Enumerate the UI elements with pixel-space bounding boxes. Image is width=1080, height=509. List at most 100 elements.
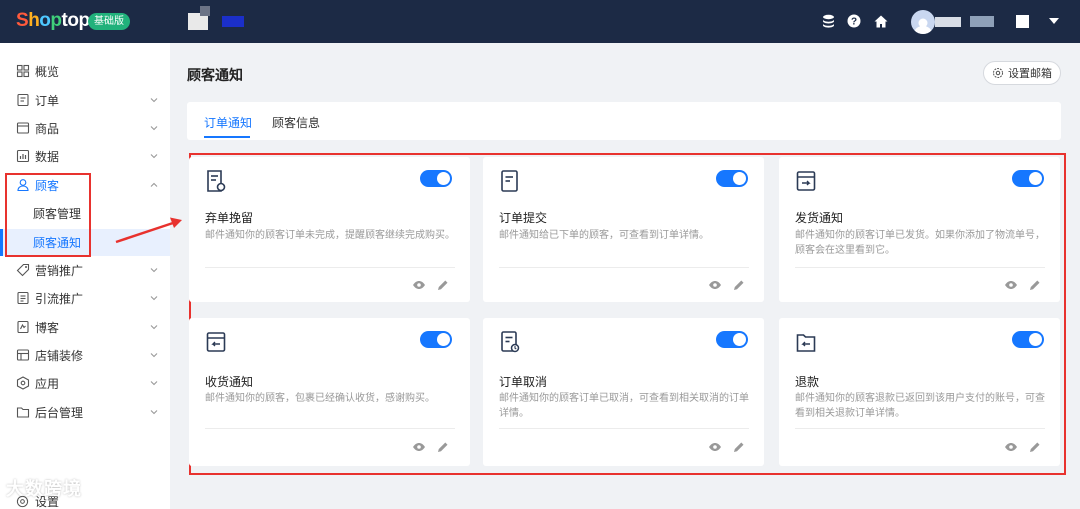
order-icon xyxy=(17,93,29,107)
gear-icon xyxy=(16,495,29,508)
eye-icon[interactable] xyxy=(1004,280,1018,290)
delivery-icon xyxy=(206,332,226,352)
caret-down-icon[interactable] xyxy=(1049,18,1059,24)
chevron-down-icon xyxy=(150,98,158,103)
sidebar-item-label: 应用 xyxy=(35,376,60,391)
sidebar-item-marketing[interactable]: 营销推广 xyxy=(0,256,170,284)
card-divider xyxy=(795,428,1045,429)
sidebar-item-orders[interactable]: 订单 xyxy=(0,86,170,114)
tab-customer-info[interactable]: 顾客信息 xyxy=(272,114,320,131)
card-title: 发货通知 xyxy=(795,211,844,225)
card-description: 邮件通知你的顾客订单已取消，可查看到相关取消的订单详情。 xyxy=(499,393,749,419)
sidebar-item-apps[interactable]: 应用 xyxy=(0,369,170,397)
sidebar-item-traffic[interactable]: 引流推广 xyxy=(0,284,170,312)
annotation-arrow xyxy=(115,217,182,244)
shipping-icon xyxy=(796,171,816,191)
user-menu-square[interactable] xyxy=(1016,15,1029,28)
chevron-down-icon xyxy=(150,325,158,330)
blog-icon xyxy=(17,320,29,334)
chevron-down-icon xyxy=(150,268,158,273)
tab-active-indicator xyxy=(204,136,250,138)
eye-icon[interactable] xyxy=(708,280,722,290)
card-title: 弃单挽留 xyxy=(205,211,254,225)
order-submit-icon xyxy=(501,170,518,192)
chevron-down-icon xyxy=(150,410,158,415)
toggle-switch[interactable] xyxy=(420,170,452,187)
pencil-icon[interactable] xyxy=(733,441,745,453)
tag-icon xyxy=(16,263,30,277)
chevron-down-icon xyxy=(150,126,158,131)
card-divider xyxy=(205,267,455,268)
chart-icon xyxy=(16,149,30,163)
avatar[interactable] xyxy=(911,10,935,34)
notification-card-shipping: 发货通知 邮件通知你的顾客订单已发货。如果你添加了物流单号，顾客会在这里看到它。 xyxy=(779,157,1060,302)
chevron-down-icon xyxy=(150,381,158,386)
toggle-switch[interactable] xyxy=(1012,331,1044,348)
notification-card-abandoned-cart: 弃单挽留 邮件通知你的顾客订单未完成，提醒顾客继续完成购买。 xyxy=(189,157,470,302)
card-divider xyxy=(499,428,749,429)
card-title: 订单取消 xyxy=(499,375,548,389)
svg-text:?: ? xyxy=(851,17,857,28)
tab-order-notifications[interactable]: 订单通知 xyxy=(204,114,252,131)
card-title: 收货通知 xyxy=(205,375,254,389)
database-icon[interactable] xyxy=(820,13,836,29)
highlight-box-sidebar xyxy=(5,173,91,257)
card-description: 邮件通知给已下单的顾客，可查看到订单详情。 xyxy=(499,230,709,241)
set-mailbox-button[interactable]: 设置邮箱 xyxy=(983,61,1061,85)
shoptop-logo[interactable]: Shoptop xyxy=(16,10,90,32)
eye-icon[interactable] xyxy=(708,442,722,452)
card-divider xyxy=(795,267,1045,268)
user-name[interactable] xyxy=(935,17,961,27)
store-name[interactable] xyxy=(222,16,244,27)
toggle-switch[interactable] xyxy=(716,170,748,187)
card-description: 邮件通知你的顾客退款已返回到该用户支付的账号，可查看到相关退款订单详情。 xyxy=(795,393,1045,419)
notification-card-delivery: 收货通知 邮件通知你的顾客，包裹已经确认收货，感谢购买。 xyxy=(189,318,470,466)
chevron-down-icon xyxy=(150,353,158,358)
sidebar-item-data[interactable]: 数据 xyxy=(0,142,170,170)
sidebar-item-label: 数据 xyxy=(35,149,60,164)
eye-icon[interactable] xyxy=(412,442,426,452)
help-icon[interactable]: ? xyxy=(846,13,862,29)
chevron-down-icon xyxy=(150,154,158,159)
sidebar-item-label: 商品 xyxy=(35,121,60,136)
store-icon xyxy=(16,349,30,361)
pencil-icon[interactable] xyxy=(733,279,745,291)
pencil-icon[interactable] xyxy=(1029,441,1041,453)
card-divider xyxy=(205,428,455,429)
sidebar-item-store-design[interactable]: 店铺装修 xyxy=(0,341,170,369)
sidebar-item-blog[interactable]: 博客 xyxy=(0,313,170,341)
toggle-switch[interactable] xyxy=(420,331,452,348)
sidebar-item-admin[interactable]: 后台管理 xyxy=(0,398,170,426)
app-icon xyxy=(16,376,30,390)
toggle-switch[interactable] xyxy=(1012,170,1044,187)
notification-card-refund: 退款 邮件通知你的顾客退款已返回到该用户支付的账号，可查看到相关退款订单详情。 xyxy=(779,318,1060,466)
sidebar-item-label: 订单 xyxy=(35,93,60,108)
sidebar-item-label: 营销推广 xyxy=(35,263,84,278)
home-icon[interactable] xyxy=(873,13,889,29)
sidebar-item-settings[interactable]: 设置 xyxy=(16,493,59,509)
user-role[interactable] xyxy=(970,16,994,27)
sidebar-item-overview[interactable]: 概览 xyxy=(0,57,170,85)
card-divider xyxy=(499,267,749,268)
eye-icon[interactable] xyxy=(1004,442,1018,452)
store-logo-mark xyxy=(200,6,210,16)
product-icon xyxy=(16,122,30,134)
folder-icon xyxy=(16,407,30,418)
edition-badge: 基础版 xyxy=(88,13,130,30)
refund-icon xyxy=(796,334,816,352)
tab-bar: 订单通知 顾客信息 xyxy=(187,102,1061,140)
pencil-icon[interactable] xyxy=(437,279,449,291)
sidebar-item-label: 后台管理 xyxy=(35,405,84,420)
sidebar-item-label: 引流推广 xyxy=(35,291,84,306)
pencil-icon[interactable] xyxy=(1029,279,1041,291)
sidebar-item-products[interactable]: 商品 xyxy=(0,114,170,142)
set-mailbox-label: 设置邮箱 xyxy=(1008,67,1052,80)
order-cancel-icon xyxy=(501,331,520,353)
toggle-switch[interactable] xyxy=(716,331,748,348)
sidebar-item-label: 店铺装修 xyxy=(35,348,84,363)
top-bar: Shoptop 基础版 ? xyxy=(0,0,1080,43)
eye-icon[interactable] xyxy=(412,280,426,290)
gear-icon xyxy=(992,67,1004,79)
sidebar-item-label: 博客 xyxy=(35,320,60,335)
pencil-icon[interactable] xyxy=(437,441,449,453)
